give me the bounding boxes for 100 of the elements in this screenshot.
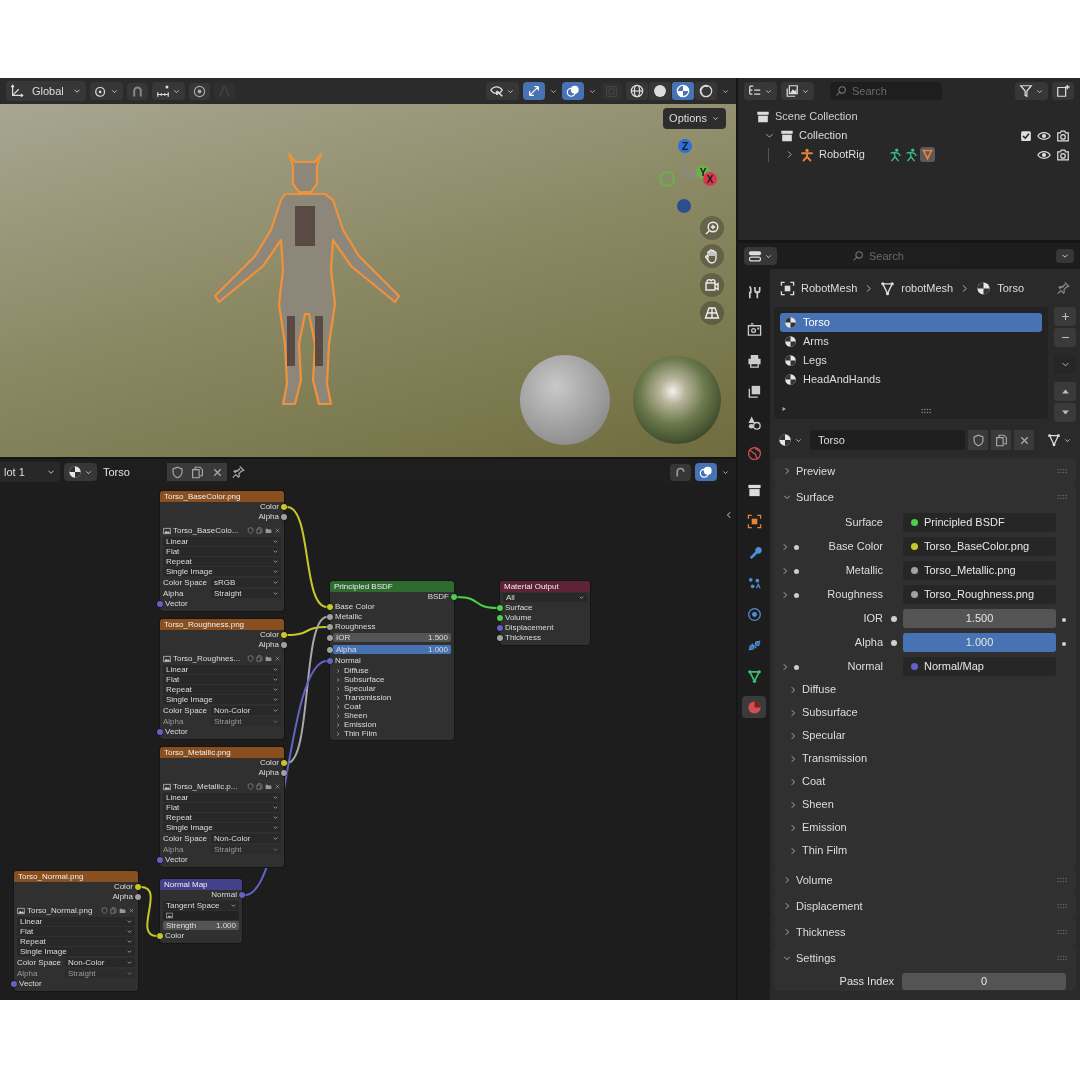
number-field[interactable]: 1.500	[903, 608, 1056, 628]
panel-header[interactable]: Displacement	[774, 893, 1076, 919]
value-field[interactable]: IOR 1.500	[333, 633, 451, 642]
subpanel-header[interactable]: Thin Film	[774, 839, 1076, 862]
dropdown[interactable]: Linear	[163, 793, 281, 802]
tree-item[interactable]: Scene Collection	[775, 108, 858, 125]
socket-dot[interactable]	[281, 760, 287, 766]
linked-input-dropdown[interactable]: Torso_Metallic.png	[903, 560, 1056, 580]
socket-dot[interactable]	[451, 594, 457, 600]
copy-button[interactable]	[991, 430, 1011, 450]
image-browse-icon[interactable]	[163, 526, 171, 535]
socket-dot[interactable]	[239, 892, 245, 898]
socket-dot[interactable]	[327, 614, 333, 620]
material-name-field[interactable]: Torso	[810, 430, 965, 450]
node-title[interactable]: Material Output	[500, 581, 590, 592]
folder-icon[interactable]	[265, 783, 272, 790]
filter-view-dropdown[interactable]	[781, 82, 814, 100]
proportional-edit-toggle[interactable]	[188, 82, 210, 100]
new-collection-button[interactable]	[1052, 82, 1074, 100]
dropdown[interactable]: Tangent Space	[163, 901, 239, 910]
shading-mode-button[interactable]	[626, 82, 648, 100]
display-mode-dropdown[interactable]	[744, 82, 777, 100]
dropdown[interactable]: Repeat	[163, 685, 281, 694]
uv-map-field[interactable]	[163, 911, 239, 920]
subpanel-header[interactable]: Sheen	[774, 793, 1076, 816]
unlink-button[interactable]	[207, 463, 227, 481]
dropdown[interactable]: Repeat	[163, 557, 281, 566]
panel-toggle[interactable]: Specular	[330, 684, 454, 693]
socket-dot[interactable]	[327, 658, 333, 664]
node-card[interactable]: Principled BSDF BSDF Base Color Metallic Roughness IOR 1.500 Alpha 1.000 Normal Diffuse Subsurface Specular Transmission Coat Sheen Emission Thin Film	[330, 581, 454, 740]
close-icon[interactable]	[274, 655, 281, 662]
gizmo-toggle[interactable]	[523, 82, 545, 100]
dropdown[interactable]: Single Image	[17, 947, 135, 956]
material-slot[interactable]: Legs	[780, 351, 1042, 370]
pin-icon[interactable]	[1056, 281, 1070, 295]
socket-dot[interactable]	[497, 635, 503, 641]
snap-target-dropdown[interactable]	[151, 82, 185, 100]
dropdown[interactable]: Non-Color	[211, 834, 281, 843]
panel-toggle[interactable]: Emission	[330, 720, 454, 729]
subpanel-header[interactable]: Emission	[774, 816, 1076, 839]
add-slot-button[interactable]	[1054, 307, 1076, 326]
checkbox[interactable]	[1020, 129, 1032, 142]
overlays-toggle[interactable]	[562, 82, 584, 100]
tree-item[interactable]: Collection	[799, 127, 848, 144]
subpanel-header[interactable]: Diffuse	[774, 678, 1076, 701]
socket-dot[interactable]	[157, 601, 163, 607]
close-icon[interactable]	[128, 907, 135, 914]
linked-input-dropdown[interactable]: Torso_Roughness.png	[903, 584, 1056, 604]
socket-dot[interactable]	[281, 514, 287, 520]
subpanel-header[interactable]: Subsurface	[774, 701, 1076, 724]
socket-dot[interactable]	[327, 624, 333, 630]
dropdown[interactable]: Single Image	[163, 695, 281, 704]
filter-dropdown[interactable]	[1015, 82, 1048, 100]
image-name-field[interactable]: Torso_BaseColo...	[173, 525, 245, 536]
fake-user-icon[interactable]	[247, 783, 254, 790]
dropdown[interactable]: Linear	[163, 537, 281, 546]
selectability-dropdown[interactable]	[486, 82, 519, 100]
linked-input-dropdown[interactable]: Principled BSDF	[903, 512, 1056, 532]
linked-input-dropdown[interactable]: Normal/Map	[903, 656, 1056, 676]
dropdown[interactable]: All	[503, 593, 587, 602]
editor-type-dropdown[interactable]	[744, 247, 777, 265]
fake-user-icon[interactable]	[101, 907, 108, 914]
socket-dot[interactable]	[135, 884, 141, 890]
value-slider[interactable]: 1.000	[903, 632, 1056, 652]
dropdown[interactable]: Straight	[211, 589, 281, 598]
fake-user-icon[interactable]	[247, 655, 254, 662]
node-title[interactable]: Torso_Metallic.png	[160, 747, 284, 758]
socket-dot[interactable]	[281, 632, 287, 638]
material-slot[interactable]: Torso	[780, 313, 1042, 332]
perspective-grid-button[interactable]	[700, 301, 724, 325]
panel-toggle[interactable]: Coat	[330, 702, 454, 711]
expand-icon[interactable]	[780, 565, 790, 576]
subpanel-header[interactable]: Specular	[774, 724, 1076, 747]
value-slider[interactable]: Alpha 1.000	[333, 645, 451, 654]
expand-icon[interactable]	[780, 541, 790, 552]
copy-icon[interactable]	[110, 907, 117, 914]
image-name-field[interactable]: Torso_Metallic.p...	[173, 781, 245, 792]
move-up-button[interactable]	[1054, 382, 1076, 401]
socket-dot[interactable]	[157, 857, 163, 863]
axis-handle[interactable]: Z	[678, 139, 692, 153]
dropdown[interactable]: Single Image	[163, 567, 281, 576]
search-field[interactable]: Search	[830, 82, 942, 100]
socket-dot[interactable]	[157, 729, 163, 735]
expand-icon[interactable]	[780, 661, 790, 672]
socket-dot[interactable]	[281, 504, 287, 510]
expand-icon[interactable]	[780, 405, 788, 413]
image-browse-icon[interactable]	[163, 782, 171, 791]
socket-dot[interactable]	[497, 625, 503, 631]
panel-header[interactable]: Surface	[774, 484, 1076, 510]
camera-view-button[interactable]	[700, 273, 724, 297]
image-browse-icon[interactable]	[163, 654, 171, 663]
socket-dot[interactable]	[327, 647, 333, 653]
sidebar-toggle-icon[interactable]	[724, 510, 734, 520]
shading-mode-button[interactable]	[672, 82, 694, 100]
overlays-toggle[interactable]	[695, 463, 717, 481]
dropdown[interactable]: Flat	[163, 547, 281, 556]
panel-header[interactable]: Preview	[774, 458, 1076, 484]
axis-handle[interactable]: X	[703, 172, 717, 186]
pin-icon[interactable]	[231, 465, 245, 479]
socket-dot[interactable]	[11, 981, 17, 987]
